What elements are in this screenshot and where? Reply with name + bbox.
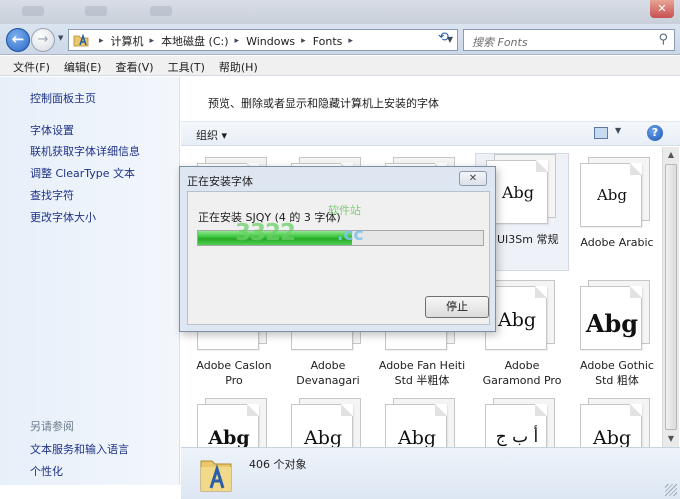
breadcrumb-separator-icon[interactable]: ▸: [342, 36, 360, 46]
breadcrumb-fonts[interactable]: Fonts: [313, 35, 343, 48]
font-tile[interactable]: Abg: [281, 398, 375, 447]
command-bar: 组织 ▾ ▼ ?: [181, 121, 680, 146]
personalization-link[interactable]: 个性化: [30, 463, 63, 479]
navigation-pane: 控制面板主页 字体设置 联机获取字体详细信息 调整 ClearType 文本 查…: [0, 77, 180, 485]
address-bar[interactable]: ▸ 计算机 ▸ 本地磁盘 (C:) ▸ Windows ▸ Fonts ▸ ▼: [68, 29, 458, 51]
forward-button[interactable]: →: [31, 28, 55, 52]
font-sample-text: Abg: [596, 186, 628, 204]
refresh-icon[interactable]: ⟲: [438, 30, 449, 45]
breadcrumb-local-disk[interactable]: 本地磁盘 (C:): [161, 33, 228, 49]
menu-bar: 文件(F) 编辑(E) 查看(V) 工具(T) 帮助(H): [0, 56, 680, 76]
details-pane: 406 个对象: [181, 447, 680, 499]
font-file-icon: Abg: [385, 398, 459, 447]
menu-view[interactable]: 查看(V): [108, 56, 160, 75]
get-font-info-online-link[interactable]: 联机获取字体详细信息: [30, 143, 140, 159]
title-blur-3: [150, 6, 172, 16]
fonts-folder-icon: [200, 460, 232, 492]
page-description: 预览、删除或者显示和隐藏计算机上安装的字体: [208, 97, 439, 110]
font-file-icon: أ ب ج: [485, 398, 559, 447]
font-tile[interactable]: Abg: [375, 398, 469, 447]
font-tile[interactable]: Abg: [187, 398, 281, 447]
font-tile[interactable]: أ ب ج: [475, 398, 569, 447]
change-view-icon[interactable]: [594, 127, 608, 139]
font-tile-label: Adobe Arabic: [580, 236, 654, 249]
item-count: 406 个对象: [249, 458, 307, 471]
watermark-label: 软件站: [328, 204, 361, 217]
font-file-icon: Abg: [486, 154, 560, 226]
watermark-domain: .cc: [337, 225, 364, 245]
font-file-icon: Abg: [291, 398, 365, 447]
site-watermark: 3322 .cc 软件站: [232, 198, 382, 246]
font-sample-text: أ ب ج: [495, 427, 539, 447]
see-also-heading: 另请参阅: [30, 420, 74, 433]
dialog-close-button[interactable]: ✕: [459, 171, 487, 186]
navigation-bar: ← → ▼ ▸ 计算机 ▸ 本地磁盘 (C:) ▸ Windows ▸ Font…: [0, 24, 680, 55]
search-input[interactable]: 搜索 Fonts ⚲: [463, 29, 675, 51]
watermark-number: 3322: [235, 220, 296, 246]
organize-button[interactable]: 组织 ▾: [196, 127, 227, 143]
find-character-link[interactable]: 查找字符: [30, 187, 74, 203]
installing-fonts-dialog: 正在安装字体 ✕ 正在安装 SJQY (4 的 3 字体) 停止: [179, 166, 496, 332]
font-file-icon: Abg: [580, 280, 654, 352]
breadcrumb: ▸ 计算机 ▸ 本地磁盘 (C:) ▸ Windows ▸ Fonts ▸: [93, 33, 360, 49]
change-font-size-link[interactable]: 更改字体大小: [30, 209, 96, 225]
scroll-down-icon[interactable]: ▼: [663, 431, 679, 447]
font-file-icon: Abg: [580, 398, 654, 447]
font-tile-label: Adobe Gothic Std 粗体: [580, 359, 654, 387]
title-blur-1: [22, 6, 44, 16]
breadcrumb-separator-icon[interactable]: ▸: [144, 36, 162, 46]
breadcrumb-separator-icon[interactable]: ▸: [295, 36, 313, 46]
adjust-cleartype-link[interactable]: 调整 ClearType 文本: [30, 165, 135, 181]
font-settings-link[interactable]: 字体设置: [30, 122, 74, 138]
font-file-icon: Abg: [197, 398, 271, 447]
fonts-folder-icon: [73, 33, 89, 47]
breadcrumb-separator-icon[interactable]: ▸: [229, 36, 247, 46]
font-sample-text: Abg: [303, 427, 343, 447]
menu-file[interactable]: 文件(F): [6, 56, 57, 75]
breadcrumb-windows[interactable]: Windows: [246, 35, 295, 48]
back-button[interactable]: ←: [6, 28, 30, 52]
font-sample-text: Abg: [585, 309, 639, 338]
recent-pages-dropdown-icon[interactable]: ▼: [58, 34, 66, 44]
font-tile-label: Adobe Fan Heiti Std 半粗体: [378, 359, 466, 387]
view-dropdown-icon[interactable]: ▼: [615, 126, 621, 135]
dialog-title: 正在安装字体: [187, 175, 253, 188]
font-tile[interactable]: Abg Adobe Arabic: [570, 157, 661, 269]
help-icon[interactable]: ?: [647, 125, 663, 141]
window-close-button[interactable]: ✕: [650, 0, 674, 18]
font-tile[interactable]: Abg: [570, 398, 661, 447]
font-sample-text: Abg: [501, 183, 535, 202]
font-sample-text: Abg: [208, 427, 250, 447]
search-icon[interactable]: ⚲: [658, 32, 668, 47]
font-tile-label: Adobe Garamond Pro: [482, 359, 562, 387]
menu-tools[interactable]: 工具(T): [161, 56, 212, 75]
control-panel-home-link[interactable]: 控制面板主页: [30, 90, 96, 106]
scroll-up-icon[interactable]: ▲: [663, 147, 679, 163]
text-services-link[interactable]: 文本服务和输入语言: [30, 441, 129, 457]
window-title-bar: ✕: [0, 0, 680, 24]
menu-help[interactable]: 帮助(H): [212, 56, 265, 75]
font-file-icon: Abg: [485, 280, 559, 352]
breadcrumb-separator-icon[interactable]: ▸: [93, 36, 111, 46]
resize-grip-icon[interactable]: [665, 484, 677, 496]
font-tile[interactable]: Abg Adobe Gothic Std 粗体: [570, 280, 661, 392]
breadcrumb-computer[interactable]: 计算机: [111, 33, 144, 49]
font-sample-text: Abg: [592, 427, 632, 447]
search-placeholder: 搜索 Fonts: [472, 36, 528, 49]
menu-edit[interactable]: 编辑(E): [57, 56, 109, 75]
font-tile-label: Adobe Devanagari: [296, 359, 360, 387]
title-blur-2: [85, 6, 107, 16]
font-file-icon: Abg: [580, 157, 654, 229]
font-sample-text: Abg: [397, 427, 437, 447]
scrollbar-thumb[interactable]: [665, 164, 677, 430]
font-tile-label: Adobe Caslon Pro: [196, 359, 272, 387]
vertical-scrollbar[interactable]: ▲ ▼: [662, 147, 679, 447]
stop-button[interactable]: 停止: [425, 296, 489, 318]
